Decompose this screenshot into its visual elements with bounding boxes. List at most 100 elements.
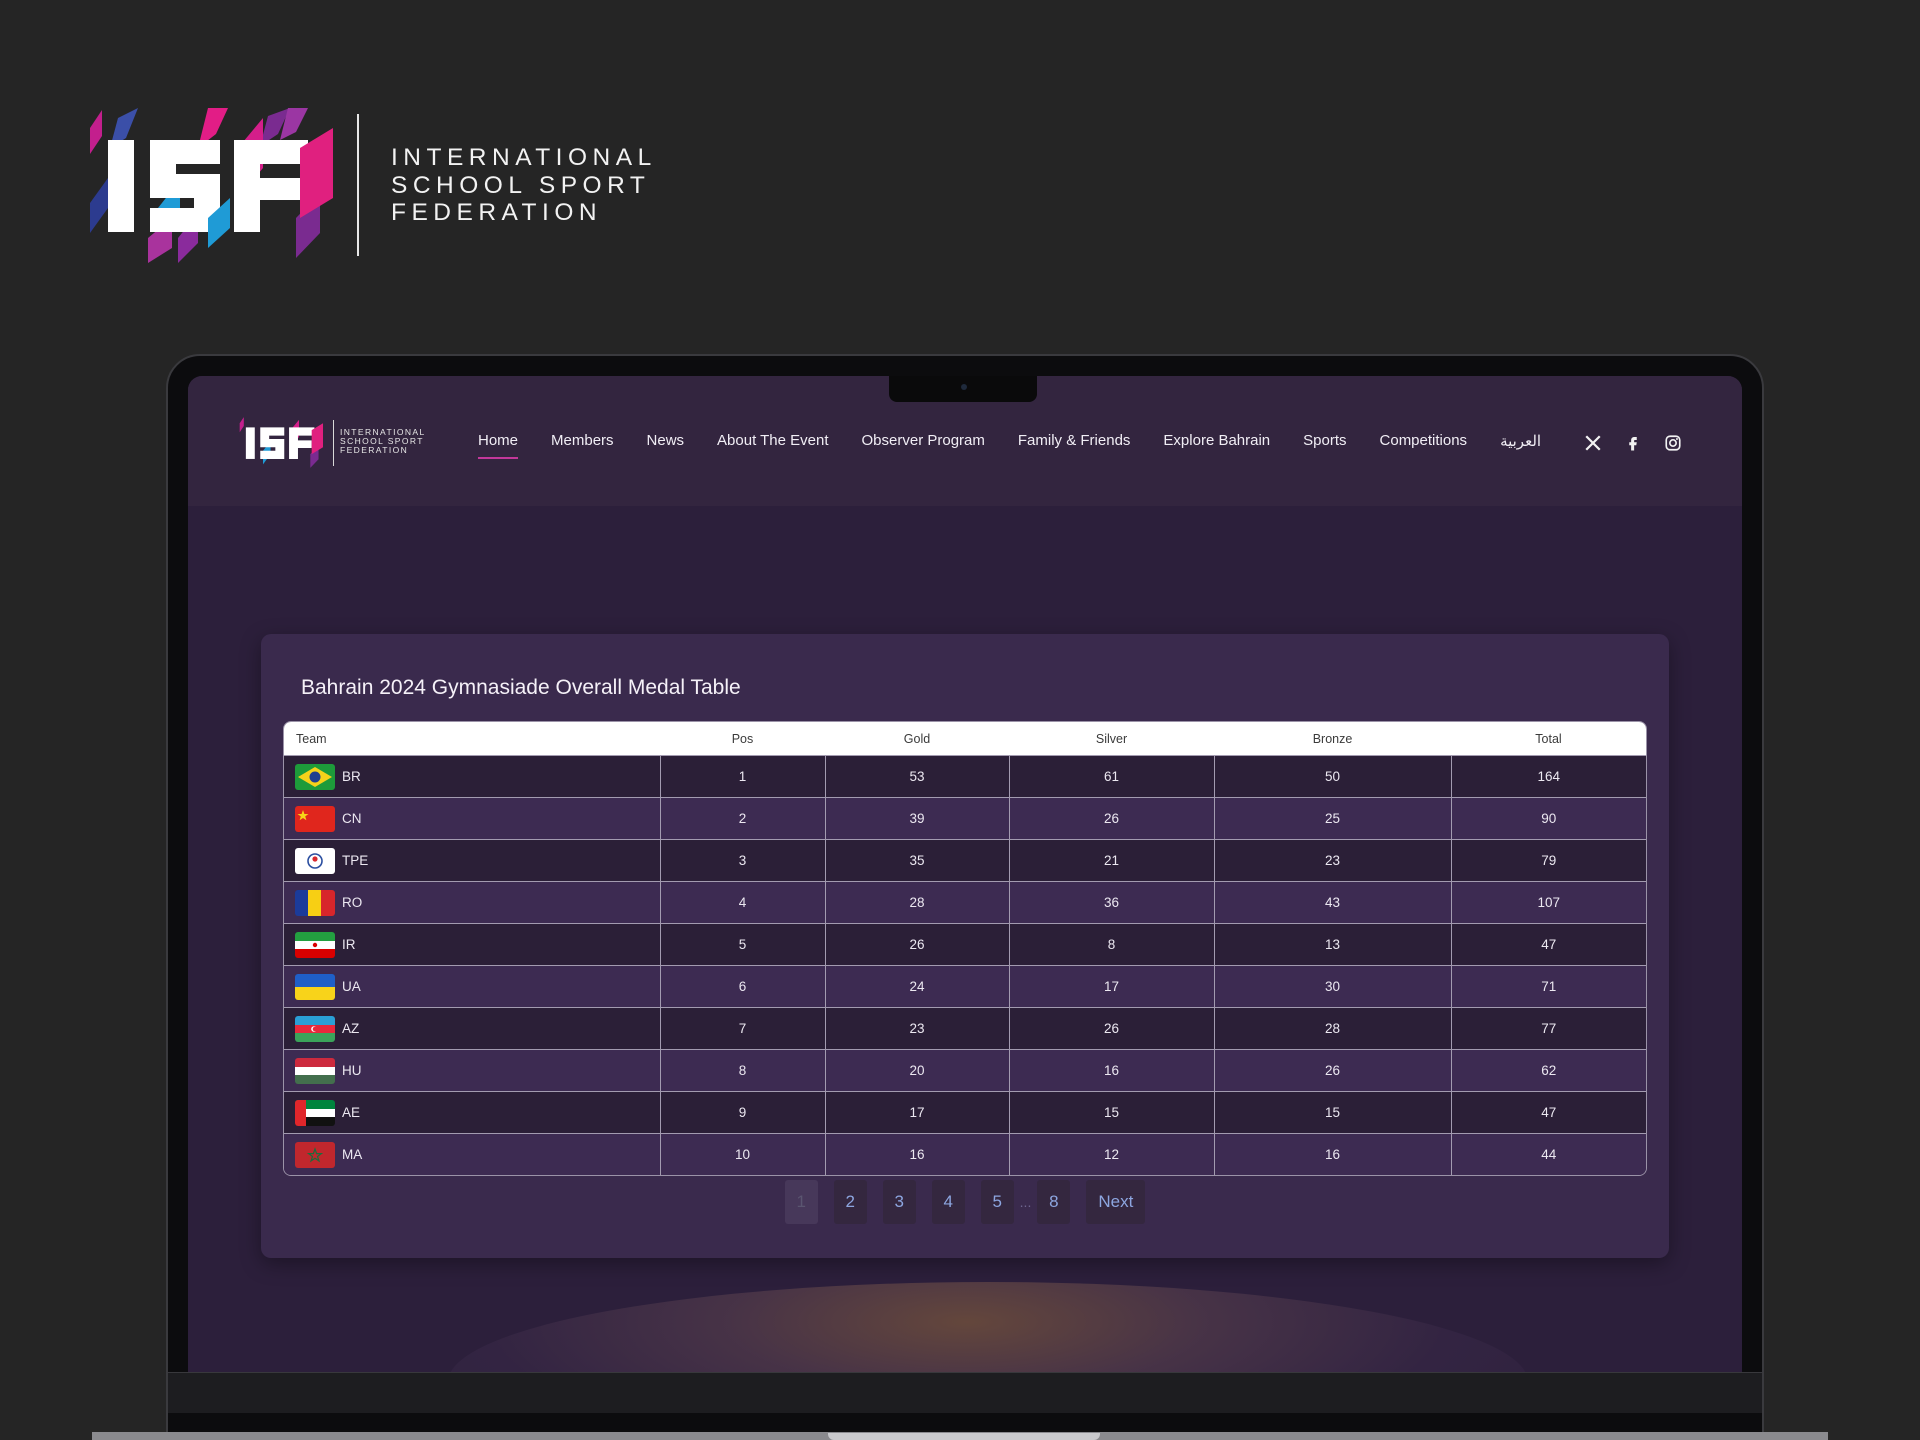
isf-logo-mark-icon [239, 417, 323, 468]
page-1-button[interactable]: 1 [784, 1180, 818, 1224]
bronze-cell: 43 [1214, 881, 1452, 924]
bronze-cell: 23 [1214, 839, 1452, 882]
team-cell: RO [284, 881, 661, 924]
silver-cell: 36 [1009, 881, 1215, 924]
chinese-taipei-flag-icon [295, 847, 335, 874]
hero-image-peek [448, 1282, 1528, 1372]
bronze-cell: 13 [1214, 923, 1452, 966]
pos-cell: 7 [660, 1007, 826, 1050]
screen-bezel [168, 1372, 1762, 1413]
table-row: RO 4 28 36 43 107 [284, 881, 1646, 924]
china-flag-icon [295, 805, 335, 832]
team-code: HU [342, 1063, 362, 1078]
pos-cell: 1 [660, 755, 826, 798]
team-cell: TPE [284, 839, 661, 882]
table-row: MA 10 16 12 16 44 [284, 1133, 1646, 1175]
page-3-button[interactable]: 3 [882, 1180, 916, 1224]
silver-cell: 26 [1009, 1007, 1215, 1050]
table-row: AE 9 17 15 15 47 [284, 1091, 1646, 1134]
pos-cell: 6 [660, 965, 826, 1008]
total-cell: 71 [1451, 965, 1646, 1008]
laptop-screen: INTERNATIONAL SCHOOL SPORT FEDERATION Ho… [188, 376, 1742, 1372]
gold-cell: 16 [825, 1133, 1010, 1175]
page-4-button[interactable]: 4 [931, 1180, 965, 1224]
medal-table: Team Pos Gold Silver Bronze Total BR 1 5… [283, 721, 1647, 1176]
team-code: IR [342, 937, 356, 952]
total-cell: 164 [1451, 755, 1646, 798]
nav-competitions[interactable]: Competitions [1380, 432, 1468, 450]
gold-cell: 53 [825, 755, 1010, 798]
col-pos: Pos [660, 722, 825, 756]
bronze-cell: 25 [1214, 797, 1452, 840]
medal-table-card: Bahrain 2024 Gymnasiade Overall Medal Ta… [261, 634, 1669, 1258]
bronze-cell: 16 [1214, 1133, 1452, 1175]
site-logo[interactable]: INTERNATIONAL SCHOOL SPORT FEDERATION [239, 416, 439, 470]
total-cell: 62 [1451, 1049, 1646, 1092]
gold-cell: 23 [825, 1007, 1010, 1050]
nav-news[interactable]: News [647, 432, 685, 450]
silver-cell: 8 [1009, 923, 1215, 966]
team-cell: IR [284, 923, 661, 966]
nav-members[interactable]: Members [551, 432, 614, 450]
col-gold: Gold [825, 722, 1009, 756]
total-cell: 107 [1451, 881, 1646, 924]
pagination-ellipsis: ... [1019, 1194, 1032, 1210]
brand-line-1: INTERNATIONAL [391, 144, 657, 171]
x-icon[interactable] [1584, 434, 1602, 452]
col-bronze: Bronze [1214, 722, 1451, 756]
gold-cell: 39 [825, 797, 1010, 840]
silver-cell: 21 [1009, 839, 1215, 882]
brand-line-3: FEDERATION [391, 199, 603, 226]
ukraine-flag-icon [295, 973, 335, 1000]
brazil-flag-icon [295, 763, 335, 790]
pos-cell: 5 [660, 923, 826, 966]
page-5-button[interactable]: 5 [980, 1180, 1014, 1224]
nav-explore-bahrain[interactable]: Explore Bahrain [1163, 432, 1270, 450]
iran-flag-icon [295, 931, 335, 958]
page-last-button[interactable]: 8 [1037, 1180, 1071, 1224]
instagram-icon[interactable] [1664, 434, 1682, 452]
next-page-button[interactable]: Next [1086, 1180, 1146, 1224]
team-cell: AE [284, 1091, 661, 1134]
team-cell: BR [284, 755, 661, 798]
nav-about-the-event[interactable]: About The Event [717, 432, 828, 450]
isf-logo-mark-icon [90, 108, 333, 263]
site-logo-text: INTERNATIONAL SCHOOL SPORT FEDERATION [340, 428, 426, 455]
silver-cell: 61 [1009, 755, 1215, 798]
brand-divider [357, 114, 359, 256]
camera-icon [961, 384, 967, 390]
pos-cell: 3 [660, 839, 826, 882]
gold-cell: 20 [825, 1049, 1010, 1092]
nav-family-friends[interactable]: Family & Friends [1018, 432, 1131, 450]
total-cell: 90 [1451, 797, 1646, 840]
team-code: AE [342, 1105, 361, 1120]
gold-cell: 28 [825, 881, 1010, 924]
nav-home[interactable]: Home [478, 432, 519, 459]
team-cell: UA [284, 965, 661, 1008]
silver-cell: 16 [1009, 1049, 1215, 1092]
pos-cell: 2 [660, 797, 826, 840]
silver-cell: 17 [1009, 965, 1215, 1008]
gold-cell: 24 [825, 965, 1010, 1008]
nav-sports[interactable]: Sports [1303, 432, 1346, 450]
col-team: Team [284, 722, 660, 756]
pos-cell: 9 [660, 1091, 826, 1134]
main-nav: Home Members News About The Event Observ… [478, 432, 1574, 459]
table-row: AZ 7 23 26 28 77 [284, 1007, 1646, 1050]
azerbaijan-flag-icon [295, 1015, 335, 1042]
page-2-button[interactable]: 2 [833, 1180, 867, 1224]
table-row: CN 2 39 26 25 90 [284, 797, 1646, 840]
nav-arabic[interactable]: العربية [1500, 432, 1541, 450]
silver-cell: 26 [1009, 797, 1215, 840]
gold-cell: 17 [825, 1091, 1010, 1134]
nav-observer-program[interactable]: Observer Program [862, 432, 985, 450]
col-total: Total [1451, 722, 1646, 756]
silver-cell: 12 [1009, 1133, 1215, 1175]
team-cell: MA [284, 1133, 661, 1175]
gold-cell: 26 [825, 923, 1010, 966]
facebook-icon[interactable] [1624, 434, 1642, 452]
total-cell: 77 [1451, 1007, 1646, 1050]
silver-cell: 15 [1009, 1091, 1215, 1134]
total-cell: 44 [1451, 1133, 1646, 1175]
team-cell: AZ [284, 1007, 661, 1050]
